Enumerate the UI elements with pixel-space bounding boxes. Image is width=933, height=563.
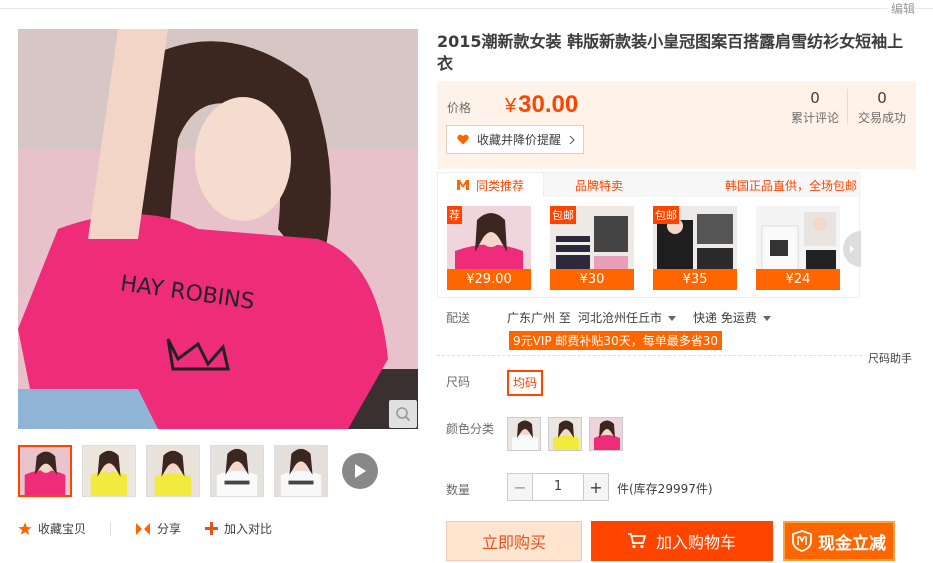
- size-option[interactable]: 均码: [507, 370, 543, 396]
- magnifier-icon: [396, 407, 411, 422]
- currency-symbol: ¥: [505, 95, 517, 117]
- recommend-price: ¥29.00: [447, 269, 531, 290]
- recommend-badge: 荐: [447, 206, 462, 224]
- recommend-badge: 包邮: [550, 206, 576, 224]
- tab-similar-label: 同类推荐: [476, 178, 525, 193]
- tab-similar[interactable]: 同类推荐: [438, 173, 544, 197]
- bottom-actions: 收藏宝贝 分享 加入对比: [18, 520, 272, 537]
- cash-discount-label: 现金立减: [818, 533, 886, 554]
- chevron-right-icon: [569, 135, 575, 144]
- zoom-button[interactable]: [389, 400, 417, 428]
- size-label: 尺码: [446, 375, 471, 389]
- thumbnail[interactable]: [210, 445, 264, 497]
- color-label: 颜色分类: [446, 422, 495, 436]
- thumbnail[interactable]: [18, 445, 72, 497]
- recommend-item[interactable]: 包邮 ¥35: [653, 206, 737, 290]
- quantity-input[interactable]: 1: [533, 473, 583, 501]
- delivery-method: 快递 免运费: [693, 311, 757, 325]
- play-video-button[interactable]: [342, 453, 378, 489]
- dashed-divider: [437, 355, 862, 356]
- trades-count: 0: [877, 89, 887, 107]
- arrow-right-icon: [850, 245, 854, 253]
- cart-icon: [627, 533, 646, 549]
- share-button[interactable]: 分享: [135, 520, 181, 537]
- thumbnail[interactable]: [146, 445, 200, 497]
- recommend-badge: 包邮: [653, 206, 679, 224]
- delivery-from: 广东广州 至: [507, 311, 571, 325]
- recommend-note: 韩国正品直供，全场包邮: [724, 179, 857, 193]
- delivery-label: 配送: [446, 311, 471, 325]
- quantity-label: 数量: [446, 483, 471, 497]
- heart-icon: [457, 134, 469, 145]
- recommend-price: ¥30: [550, 269, 634, 290]
- thumbnail[interactable]: [82, 445, 136, 497]
- color-option[interactable]: [548, 417, 582, 451]
- size-helper-link[interactable]: 尺码助手: [868, 350, 912, 366]
- price-amount: 30.00: [518, 91, 579, 118]
- favorite-item-label: 收藏宝贝: [38, 522, 87, 536]
- top-divider: [0, 8, 933, 9]
- favorite-item-button[interactable]: 收藏宝贝: [18, 520, 86, 537]
- trades-label: 交易成功: [857, 111, 906, 125]
- recommend-item[interactable]: 荐 ¥29.00: [447, 206, 531, 290]
- price-label: 价格: [447, 101, 472, 115]
- price-panel: 价格 ¥30.00 0 累计评论 0 交易成功 收藏并降价提醒: [437, 81, 916, 169]
- product-photo: HAY ROBINS: [18, 29, 418, 429]
- color-option[interactable]: [507, 417, 541, 451]
- shield-m-icon: [792, 530, 812, 552]
- caret-down-icon: [762, 316, 771, 321]
- recommend-price: ¥35: [653, 269, 737, 290]
- product-title: 2015潮新款女装 韩版新款装小皇冠图案百搭露肩雪纺衫女短袖上衣: [437, 32, 904, 73]
- share-icon: [136, 522, 151, 535]
- add-to-cart-button[interactable]: 加入购物车: [591, 521, 773, 561]
- compare-label: 加入对比: [224, 522, 273, 536]
- cash-discount-button[interactable]: 现金立减: [783, 521, 895, 561]
- divider: [110, 521, 112, 536]
- thumbnail[interactable]: [274, 445, 328, 497]
- thumbnail-strip: [18, 445, 328, 497]
- color-option[interactable]: [589, 417, 623, 451]
- buy-now-button[interactable]: 立即购买: [446, 521, 582, 561]
- plus-icon: [205, 522, 219, 535]
- reviews-label: 累计评论: [790, 111, 839, 125]
- add-to-cart-label: 加入购物车: [655, 533, 736, 552]
- stat-divider: [847, 89, 848, 125]
- caret-down-icon: [668, 316, 677, 321]
- star-icon: [18, 522, 32, 535]
- main-product-image[interactable]: HAY ROBINS: [18, 29, 418, 429]
- reviews-count: 0: [810, 89, 820, 107]
- edit-link[interactable]: 编辑: [886, 0, 915, 17]
- reviews-stat[interactable]: 0 累计评论: [782, 89, 848, 126]
- share-label: 分享: [157, 522, 182, 536]
- stock-info: 件(库存29997件): [617, 482, 713, 496]
- tab-brand[interactable]: 品牌特卖: [575, 177, 623, 194]
- delivery-destination-select[interactable]: 河北沧州任丘市: [578, 309, 677, 326]
- recommend-item[interactable]: ¥24: [756, 206, 840, 290]
- compare-button[interactable]: 加入对比: [205, 520, 272, 537]
- recommend-price: ¥24: [756, 269, 840, 290]
- delivery-destination: 河北沧州任丘市: [578, 311, 663, 325]
- vip-shipping-tag[interactable]: 9元VIP 邮费补贴30天，每单最多省30: [509, 331, 722, 350]
- recommendation-tabs: 同类推荐 品牌特卖 韩国正品直供，全场包邮: [438, 173, 861, 197]
- trades-stat: 0 交易成功: [849, 89, 915, 126]
- play-icon: [355, 464, 366, 478]
- recommend-items: 荐 ¥29.00 包邮 ¥30 包邮 ¥35 ¥24: [447, 206, 840, 290]
- quantity-decrease-button[interactable]: −: [507, 473, 533, 501]
- recommendation-panel: 同类推荐 品牌特卖 韩国正品直供，全场包邮 荐 ¥29.00 包邮 ¥30 包邮…: [437, 172, 861, 298]
- m-logo-icon: [457, 180, 469, 190]
- recommend-item[interactable]: 包邮 ¥30: [550, 206, 634, 290]
- price-value: ¥30.00: [505, 91, 578, 119]
- delivery-method-select[interactable]: 快递 免运费: [693, 309, 771, 326]
- fav-price-alert-label: 收藏并降价提醒: [477, 133, 562, 147]
- fav-price-alert-button[interactable]: 收藏并降价提醒: [446, 125, 585, 154]
- recommend-next-button[interactable]: [843, 231, 861, 267]
- quantity-increase-button[interactable]: +: [583, 473, 609, 501]
